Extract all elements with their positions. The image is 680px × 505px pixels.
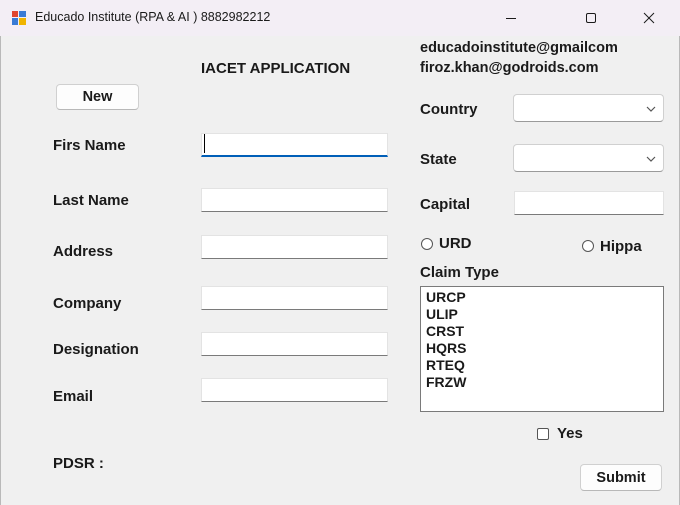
listbox-item[interactable]: ULIP [426,306,663,323]
urd-radio[interactable] [421,238,433,250]
company-field[interactable] [201,286,388,310]
title-bar[interactable]: Educado Institute (RPA & AI ) 8882982212 [0,0,680,36]
last-name-field[interactable] [201,188,388,212]
country-select[interactable] [513,94,664,122]
listbox-item[interactable]: RTEQ [426,357,663,374]
designation-label: Designation [53,341,139,358]
contact-email-1: educadoinstitute@gmailcom [420,40,618,56]
first-name-field[interactable] [201,133,388,157]
chevron-down-icon [646,106,656,112]
address-field[interactable] [201,235,388,259]
close-icon [643,12,655,24]
maximize-button[interactable] [568,0,614,36]
last-name-label: Last Name [53,192,129,209]
capital-field[interactable] [514,191,664,215]
chevron-down-icon [646,156,656,162]
app-icon [12,11,26,25]
text-caret [204,134,205,153]
minimize-icon [506,18,516,19]
state-select[interactable] [513,144,664,172]
listbox-item[interactable]: URCP [426,289,663,306]
company-label: Company [53,295,122,312]
claim-type-label: Claim Type [420,264,499,281]
form-heading: IACET APPLICATION [201,60,351,77]
urd-label: URD [439,235,472,252]
minimize-button[interactable] [488,0,534,36]
designation-field[interactable] [201,332,388,356]
submit-button[interactable]: Submit [580,464,662,491]
close-button[interactable] [626,0,672,36]
listbox-item[interactable]: CRST [426,323,663,340]
email-field[interactable] [201,378,388,402]
country-label: Country [420,101,478,118]
listbox-item[interactable]: FRZW [426,374,663,391]
address-label: Address [53,243,114,260]
yes-checkbox[interactable] [537,428,549,440]
first-name-label: Firs Name [53,137,126,154]
contact-email-2: firoz.khan@godroids.com [420,60,599,76]
listbox-item[interactable]: HQRS [426,340,663,357]
yes-label: Yes [557,425,583,442]
hippa-label: Hippa [600,238,642,255]
capital-label: Capital [420,196,471,213]
hippa-radio[interactable] [582,240,594,252]
email-label: Email [53,388,94,405]
state-label: State [420,151,457,168]
window-title: Educado Institute (RPA & AI ) 8882982212 [35,10,271,24]
pdsr-label: PDSR : [53,455,104,472]
maximize-icon [586,13,596,23]
claim-type-listbox[interactable]: URCP ULIP CRST HQRS RTEQ FRZW [420,286,664,412]
new-button[interactable]: New [56,84,139,110]
